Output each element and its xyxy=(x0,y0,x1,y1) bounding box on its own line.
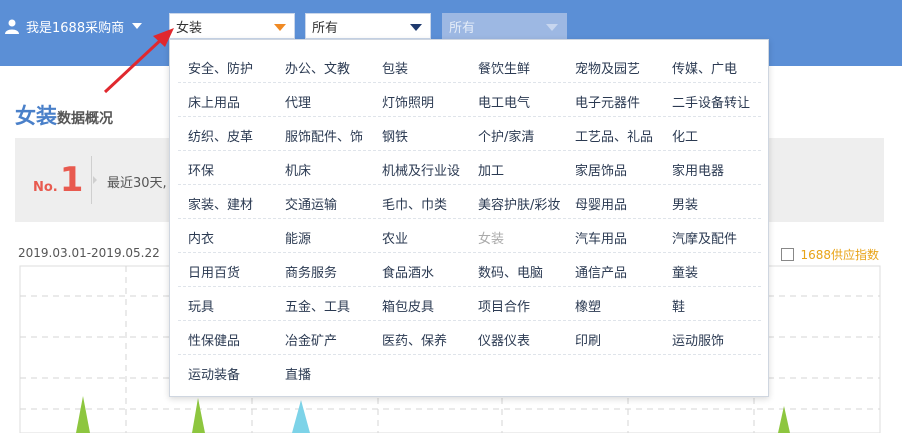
dropdown-row: 安全、防护 办公、文教 包装 餐饮生鲜 宠物及园艺 传媒、广电 xyxy=(178,48,761,83)
dropdown-row: 内衣 能源 农业 女装 汽车用品 汽摩及配件 xyxy=(178,218,761,253)
category-option[interactable]: 加工 xyxy=(478,160,504,179)
date-range: 2019.03.01-2019.05.22 xyxy=(18,246,160,260)
user-label: 我是1688采购商 xyxy=(26,20,125,36)
category-option[interactable]: 通信产品 xyxy=(575,262,627,281)
dropdown-row: 床上用品 代理 灯饰照明 电工电气 电子元器件 二手设备转让 xyxy=(178,82,761,117)
category-option[interactable]: 汽摩及配件 xyxy=(672,228,737,247)
dropdown-arrow-icon xyxy=(274,24,286,31)
user-menu[interactable]: 我是1688采购商 xyxy=(4,15,143,37)
category-option[interactable]: 交通运输 xyxy=(285,194,337,213)
checkbox[interactable] xyxy=(781,248,795,261)
category-option[interactable]: 化工 xyxy=(672,126,698,145)
category-option[interactable]: 冶金矿产 xyxy=(285,330,337,349)
category-option[interactable]: 包装 xyxy=(382,58,408,77)
dropdown-row: 运动装备 直播 xyxy=(178,354,761,388)
category-option[interactable]: 代理 xyxy=(285,92,311,111)
dropdown-row: 日用百货 商务服务 食品酒水 数码、电脑 通信产品 童装 xyxy=(178,252,761,287)
category-option[interactable]: 机械及行业设 xyxy=(382,160,460,179)
category-option[interactable]: 箱包皮具 xyxy=(382,296,434,315)
page-title-sub: 数据概况 xyxy=(57,111,113,127)
category-option[interactable]: 印刷 xyxy=(575,330,601,349)
category-option[interactable]: 个护/家清 xyxy=(478,126,534,145)
dropdown-row: 纺织、皮革 服饰配件、饰 钢铁 个护/家清 工艺品、礼品 化工 xyxy=(178,116,761,151)
third-level-select: 所有 xyxy=(442,13,567,39)
category-option[interactable]: 工艺品、礼品 xyxy=(575,126,653,145)
rank-value: 1 xyxy=(59,160,84,200)
category-option[interactable]: 仪器仪表 xyxy=(478,330,530,349)
user-icon xyxy=(5,19,19,34)
category-option[interactable]: 办公、文教 xyxy=(285,58,350,77)
category-option[interactable]: 安全、防护 xyxy=(188,58,253,77)
category-option[interactable]: 运动服饰 xyxy=(672,330,724,349)
category-option[interactable]: 服饰配件、饰 xyxy=(285,126,363,145)
rank-prefix: No. xyxy=(33,180,58,195)
subcategory-select-value: 所有 xyxy=(312,20,339,36)
supply-index-label: 1688供应指数 xyxy=(800,248,879,262)
category-select[interactable]: 女装 xyxy=(169,13,295,39)
dropdown-row: 环保 机床 机械及行业设 加工 家居饰品 家用电器 xyxy=(178,150,761,185)
pointer-icon xyxy=(93,176,97,184)
category-option[interactable]: 内衣 xyxy=(188,228,214,247)
category-option[interactable]: 五金、工具 xyxy=(285,296,350,315)
category-option[interactable]: 二手设备转让 xyxy=(672,92,750,111)
category-option[interactable]: 项目合作 xyxy=(478,296,530,315)
category-option[interactable]: 灯饰照明 xyxy=(382,92,434,111)
category-dropdown: 安全、防护 办公、文教 包装 餐饮生鲜 宠物及园艺 传媒、广电床上用品 代理 灯饰照明 电工电气… xyxy=(169,39,769,397)
page-title-main: 女装 xyxy=(15,104,57,128)
category-option[interactable]: 农业 xyxy=(382,228,408,247)
category-option[interactable]: 男装 xyxy=(672,194,698,213)
category-option[interactable]: 医药、保养 xyxy=(382,330,447,349)
category-option[interactable]: 电子元器件 xyxy=(575,92,640,111)
dropdown-arrow-icon xyxy=(546,24,558,31)
category-option[interactable]: 女装 xyxy=(478,228,504,247)
category-option[interactable]: 能源 xyxy=(285,228,311,247)
rank-text: 最近30天, xyxy=(107,176,167,191)
category-option[interactable]: 机床 xyxy=(285,160,311,179)
category-option[interactable]: 母婴用品 xyxy=(575,194,627,213)
category-option[interactable]: 童装 xyxy=(672,262,698,281)
category-option[interactable]: 家居饰品 xyxy=(575,160,627,179)
category-option[interactable]: 家装、建材 xyxy=(188,194,253,213)
dropdown-arrow-icon xyxy=(410,24,422,31)
dropdown-row: 性保健品 冶金矿产 医药、保养 仪器仪表 印刷 运动服饰 xyxy=(178,320,761,355)
dropdown-row: 家装、建材 交通运输 毛巾、巾类 美容护肤/彩妆 母婴用品 男装 xyxy=(178,184,761,219)
subcategory-select[interactable]: 所有 xyxy=(305,13,431,39)
category-option[interactable]: 钢铁 xyxy=(382,126,408,145)
category-option[interactable]: 餐饮生鲜 xyxy=(478,58,530,77)
supply-index-toggle[interactable]: 1688供应指数 xyxy=(781,246,879,263)
dropdown-row: 玩具 五金、工具 箱包皮具 项目合作 橡塑 鞋 xyxy=(178,286,761,321)
category-option[interactable]: 环保 xyxy=(188,160,214,179)
divider xyxy=(91,156,92,204)
category-option[interactable]: 玩具 xyxy=(188,296,214,315)
category-option[interactable]: 家用电器 xyxy=(672,160,724,179)
rank-badge: No. 1 xyxy=(33,160,83,200)
caret-down-icon xyxy=(132,23,143,29)
category-option[interactable]: 汽车用品 xyxy=(575,228,627,247)
category-option[interactable]: 传媒、广电 xyxy=(672,58,737,77)
category-option[interactable]: 毛巾、巾类 xyxy=(382,194,447,213)
page-title: 女装 数据概况 xyxy=(15,100,113,130)
category-option[interactable]: 宠物及园艺 xyxy=(575,58,640,77)
category-option[interactable]: 美容护肤/彩妆 xyxy=(478,194,560,213)
category-option[interactable]: 橡塑 xyxy=(575,296,601,315)
category-select-value: 女装 xyxy=(176,20,203,36)
category-option[interactable]: 直播 xyxy=(285,364,311,383)
category-option[interactable]: 床上用品 xyxy=(188,92,240,111)
category-option[interactable]: 鞋 xyxy=(672,296,685,315)
category-option[interactable]: 电工电气 xyxy=(478,92,530,111)
category-option[interactable]: 商务服务 xyxy=(285,262,337,281)
category-option[interactable]: 日用百货 xyxy=(188,262,240,281)
category-option[interactable]: 运动装备 xyxy=(188,364,240,383)
category-option[interactable]: 数码、电脑 xyxy=(478,262,543,281)
category-option[interactable]: 纺织、皮革 xyxy=(188,126,253,145)
third-level-select-value: 所有 xyxy=(449,20,476,36)
category-option[interactable]: 性保健品 xyxy=(188,330,240,349)
category-option[interactable]: 食品酒水 xyxy=(382,262,434,281)
